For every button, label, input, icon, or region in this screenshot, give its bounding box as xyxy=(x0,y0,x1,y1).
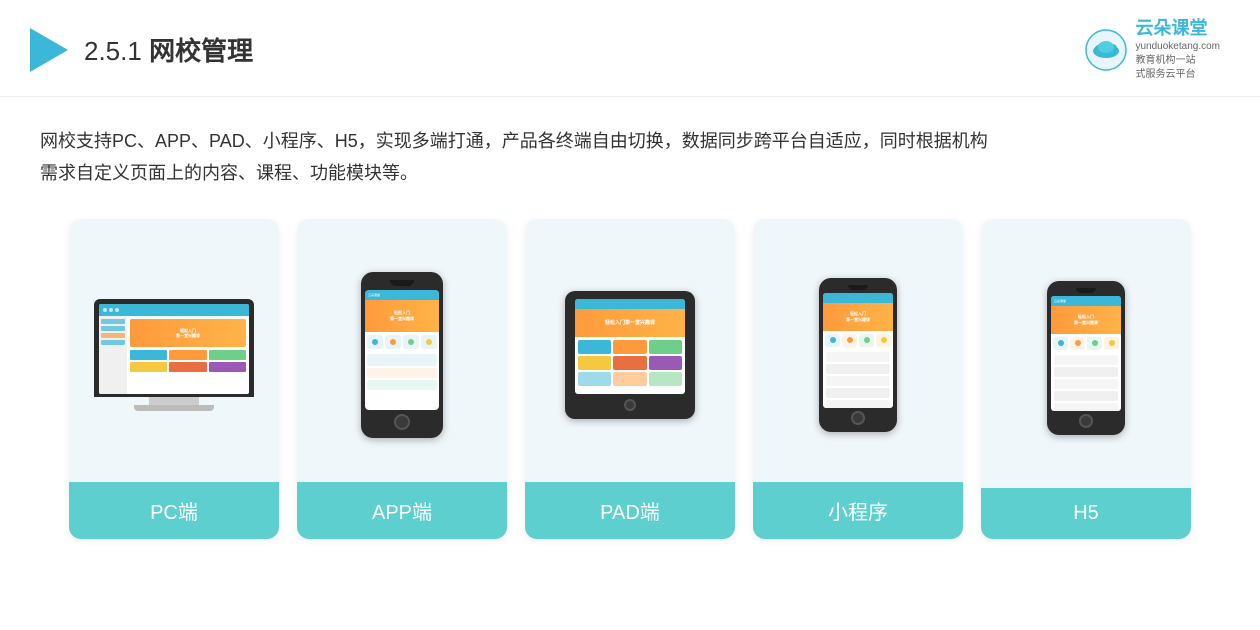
description-line2: 需求自定义页面上的内容、课程、功能模块等。 xyxy=(40,157,1220,189)
cloud-icon xyxy=(1085,29,1127,71)
brand-text: 云朵课堂 yunduoketang.com 教育机构一站 式服务云平台 xyxy=(1135,18,1220,82)
card-h5-image: 云朵课堂 轻松入门第一堂兴趣课 xyxy=(981,219,1191,488)
app-phone-mockup: 云朵课堂 轻松入门第一堂兴趣课 xyxy=(361,272,443,438)
page-wrapper: 2.5.1 网校管理 云朵课堂 yunduoketang.com 教育机构一站 … xyxy=(0,0,1260,630)
card-pad-label: PAD端 xyxy=(525,482,735,539)
card-miniprogram-image: 轻松入门第一堂兴趣课 xyxy=(753,219,963,482)
header-right: 云朵课堂 yunduoketang.com 教育机构一站 式服务云平台 xyxy=(1085,18,1220,82)
header-left: 2.5.1 网校管理 xyxy=(30,28,253,72)
card-h5: 云朵课堂 轻松入门第一堂兴趣课 xyxy=(981,219,1191,539)
card-miniprogram: 轻松入门第一堂兴趣课 xyxy=(753,219,963,539)
header: 2.5.1 网校管理 云朵课堂 yunduoketang.com 教育机构一站 … xyxy=(0,0,1260,97)
h5-phone-mockup: 云朵课堂 轻松入门第一堂兴趣课 xyxy=(1047,281,1125,435)
pc-mockup: 轻松入门第一堂兴趣课 xyxy=(94,299,254,411)
card-app-image: 云朵课堂 轻松入门第一堂兴趣课 xyxy=(297,219,507,482)
card-miniprogram-label: 小程序 xyxy=(753,482,963,539)
logo-triangle-icon xyxy=(30,28,68,72)
description-block: 网校支持PC、APP、PAD、小程序、H5，实现多端打通，产品各终端自由切换，数… xyxy=(0,97,1260,200)
card-pad-image: 轻松入门第一堂兴趣课 xyxy=(525,219,735,482)
card-app-label: APP端 xyxy=(297,482,507,539)
card-app: 云朵课堂 轻松入门第一堂兴趣课 xyxy=(297,219,507,539)
card-pc-image: 轻松入门第一堂兴趣课 xyxy=(69,219,279,482)
description-line1: 网校支持PC、APP、PAD、小程序、H5，实现多端打通，产品各终端自由切换，数… xyxy=(40,125,1220,157)
brand-logo: 云朵课堂 yunduoketang.com 教育机构一站 式服务云平台 xyxy=(1085,18,1220,82)
miniprogram-phone-mockup: 轻松入门第一堂兴趣课 xyxy=(819,278,897,432)
card-pc-label: PC端 xyxy=(69,482,279,539)
card-pad: 轻松入门第一堂兴趣课 xyxy=(525,219,735,539)
pad-mockup: 轻松入门第一堂兴趣课 xyxy=(565,291,695,419)
cards-section: 轻松入门第一堂兴趣课 xyxy=(0,199,1260,569)
card-h5-label: H5 xyxy=(981,488,1191,539)
page-title: 2.5.1 网校管理 xyxy=(84,31,253,68)
card-pc: 轻松入门第一堂兴趣课 xyxy=(69,219,279,539)
